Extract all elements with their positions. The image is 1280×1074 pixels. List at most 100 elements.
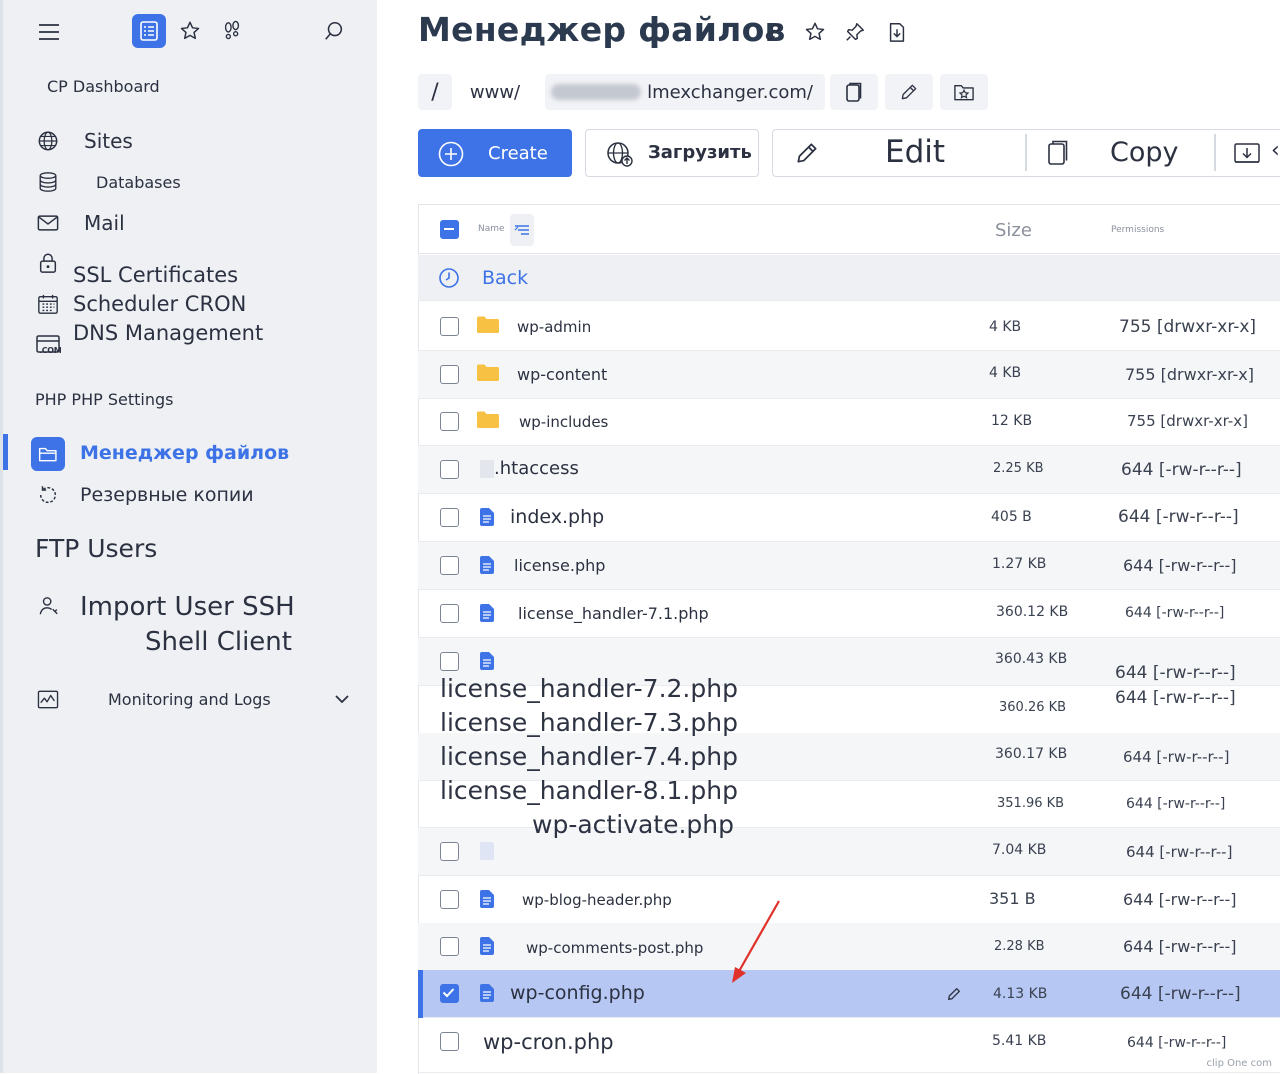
file-size: 360.17 KB: [995, 746, 1068, 762]
sidebar-item-cron[interactable]: Scheduler CRON: [73, 292, 246, 316]
row-checkbox[interactable]: [440, 508, 459, 527]
download-doc-icon[interactable]: [884, 19, 910, 45]
link-icon[interactable]: [760, 19, 786, 45]
folder-open-icon: [31, 437, 65, 471]
search-icon[interactable]: [321, 18, 347, 44]
folder-star-icon: [953, 81, 975, 103]
table-row[interactable]: wp-blog-header.php 351 B 644 [-rw-r--r--…: [418, 876, 1280, 924]
watermark: clip One com: [1206, 1058, 1272, 1069]
chevron-down-icon[interactable]: [331, 688, 353, 710]
col-name-header[interactable]: Name: [478, 224, 505, 234]
copy-path-button[interactable]: [830, 74, 878, 110]
table-row[interactable]: license.php 1.27 KB 644 [-rw-r--r--]: [418, 542, 1280, 590]
folder-icon: [476, 363, 500, 383]
php-file-icon: [478, 602, 496, 624]
sidebar-item-php[interactable]: PHP PHP Settings: [35, 390, 173, 409]
file-name: .htaccess: [494, 458, 579, 479]
row-checkbox[interactable]: [440, 842, 459, 861]
edit-path-button[interactable]: [885, 74, 933, 110]
row-checkbox[interactable]: [440, 556, 459, 575]
file-size: 5.41 KB: [992, 1033, 1047, 1049]
table-row[interactable]: index.php 405 B 644 [-rw-r--r--]: [418, 494, 1280, 542]
col-permissions-header[interactable]: Permissions: [1111, 225, 1164, 235]
row-checkbox[interactable]: [440, 890, 459, 909]
star-icon[interactable]: [177, 18, 203, 44]
footsteps-icon[interactable]: [219, 18, 245, 44]
sidebar-item-ssl[interactable]: SSL Certificates: [73, 263, 238, 287]
file-permissions: 755 [drwxr-xr-x]: [1125, 365, 1254, 384]
table-row[interactable]: wp-cron.php 5.41 KB 644 [-rw-r--r--]: [418, 1018, 1280, 1073]
table-row[interactable]: wp-includes 12 KB 755 [drwxr-xr-x]: [418, 398, 1280, 446]
col-size-header[interactable]: Size: [995, 220, 1032, 241]
backup-icon: [36, 483, 60, 507]
table-row[interactable]: wp-comments-post.php 2.28 KB 644 [-rw-r-…: [418, 923, 1280, 971]
main-panel: Менеджер файлов / www/ lmexchanger.com/: [377, 0, 1280, 1074]
file-size: 4 KB: [989, 365, 1022, 381]
sidebar-item-monitoring[interactable]: Monitoring and Logs: [108, 690, 271, 709]
cp-dashboard-link[interactable]: CP Dashboard: [47, 77, 160, 96]
favorite-star-icon[interactable]: [802, 19, 828, 45]
overlay-file-name: license_handler-7.2.php: [440, 674, 738, 703]
file-permissions: 644 [-rw-r--r--]: [1121, 460, 1242, 480]
row-checkbox[interactable]: [440, 604, 459, 623]
table-row-selected[interactable]: wp-config.php 4.13 KB 644 [-rw-r--r--]: [418, 970, 1280, 1018]
table-row[interactable]: wp-admin 4 KB 755 [drwxr-xr-x]: [418, 303, 1280, 351]
select-all-checkbox[interactable]: [440, 220, 459, 239]
edit-label: Edit: [885, 134, 946, 170]
table-row[interactable]: license_handler-7.1.php 360.12 KB 644 [-…: [418, 590, 1280, 638]
pin-icon[interactable]: [842, 19, 868, 45]
path-domain[interactable]: lmexchanger.com/: [545, 74, 825, 110]
copy-label: Copy: [1110, 137, 1179, 168]
edit-button[interactable]: Edit: [773, 130, 1025, 175]
upload-button[interactable]: Загрузить: [585, 129, 759, 177]
row-checkbox[interactable]: [440, 652, 459, 671]
row-checkbox[interactable]: [440, 1032, 459, 1051]
file-permissions: 644 [-rw-r--r--]: [1127, 1035, 1227, 1051]
row-checkbox[interactable]: [440, 937, 459, 956]
download-tray-icon[interactable]: [1232, 140, 1262, 168]
plus-circle-icon: [437, 140, 465, 168]
copy-button[interactable]: Copy: [1026, 130, 1214, 175]
table-row[interactable]: wp-content 4 KB 755 [drwxr-xr-x]: [418, 351, 1280, 399]
row-checkbox[interactable]: [440, 412, 459, 431]
overlay-file-name: license_handler-7.4.php: [440, 742, 738, 771]
bookmark-folder-button[interactable]: [940, 74, 988, 110]
row-checkbox[interactable]: [440, 317, 459, 336]
sort-icon[interactable]: [510, 214, 534, 246]
file-name: wp-admin: [517, 318, 592, 336]
file-name: wp-blog-header.php: [522, 891, 672, 909]
file-name: wp-content: [517, 365, 608, 384]
sidebar-item-shell-client[interactable]: Shell Client: [145, 627, 292, 657]
sidebar-item-databases[interactable]: Databases: [96, 173, 181, 192]
back-row[interactable]: Back: [418, 255, 1280, 301]
sidebar-item-dns[interactable]: DNS Management: [73, 321, 263, 345]
path-domain-text: lmexchanger.com/: [647, 81, 813, 103]
create-button[interactable]: Create: [418, 129, 572, 177]
sidebar-item-mail[interactable]: Mail: [84, 211, 125, 235]
file-permissions: 644 [-rw-r--r--]: [1126, 796, 1226, 812]
row-checkbox-checked[interactable]: [440, 984, 459, 1003]
monitoring-chart-icon: [36, 688, 60, 712]
row-checkbox[interactable]: [440, 460, 459, 479]
file-list-icon[interactable]: [132, 14, 166, 48]
sidebar-item-ftp[interactable]: FTP Users: [35, 534, 157, 563]
more-actions-glyph[interactable]: ‹: [1271, 138, 1280, 163]
path-www[interactable]: www/: [462, 74, 528, 110]
pencil-icon: [898, 81, 920, 103]
row-checkbox[interactable]: [440, 365, 459, 384]
table-row[interactable]: .htaccess 2.25 KB 644 [-rw-r--r--]: [418, 446, 1280, 494]
hamburger-menu-icon[interactable]: [36, 20, 62, 44]
file-size: 360.43 KB: [995, 651, 1068, 667]
file-size: 360.26 KB: [999, 700, 1067, 715]
sidebar-item-ssh[interactable]: Import User SSH: [80, 592, 295, 622]
sidebar-item-sites[interactable]: Sites: [84, 129, 133, 153]
sidebar-item-backups[interactable]: Резервные копии: [80, 484, 254, 506]
actions-group: Edit Copy ‹: [772, 129, 1280, 177]
rename-pencil-icon[interactable]: [944, 984, 964, 1004]
sidebar-item-file-manager[interactable]: Менеджер файлов: [80, 442, 289, 464]
page-title: Менеджер файлов: [418, 10, 786, 49]
file-permissions: 644 [-rw-r--r--]: [1123, 556, 1237, 575]
path-root[interactable]: /: [418, 74, 452, 110]
file-name: wp-config.php: [510, 982, 645, 1004]
file-permissions: 644 [-rw-r--r--]: [1123, 890, 1237, 909]
